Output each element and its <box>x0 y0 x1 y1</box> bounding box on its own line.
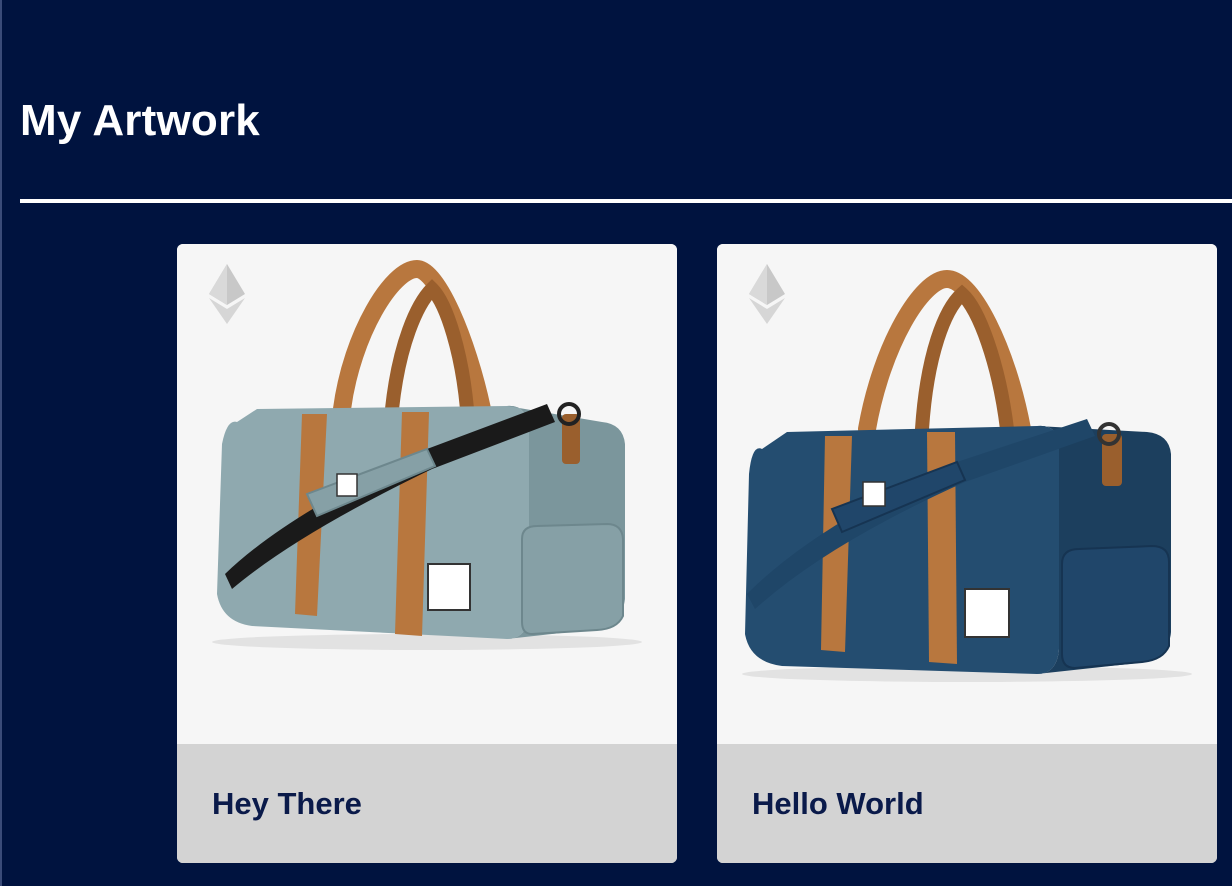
artwork-card-footer: Hello World <box>717 744 1217 863</box>
artwork-title[interactable]: Hey There <box>212 786 362 822</box>
artwork-title[interactable]: Hello World <box>752 786 924 822</box>
ethereum-icon <box>749 264 785 324</box>
artwork-card[interactable]: Hey There <box>177 244 677 863</box>
page-title: My Artwork <box>20 96 260 145</box>
duffel-bag-image <box>212 259 642 650</box>
window-edge <box>0 0 2 886</box>
artwork-card[interactable]: Hello World <box>717 244 1217 863</box>
duffel-bag-image <box>742 269 1192 682</box>
artwork-image[interactable] <box>717 244 1217 744</box>
title-divider <box>20 199 1232 203</box>
artwork-image[interactable] <box>177 244 677 744</box>
artwork-card-footer: Hey There <box>177 744 677 863</box>
ethereum-icon <box>209 264 245 324</box>
